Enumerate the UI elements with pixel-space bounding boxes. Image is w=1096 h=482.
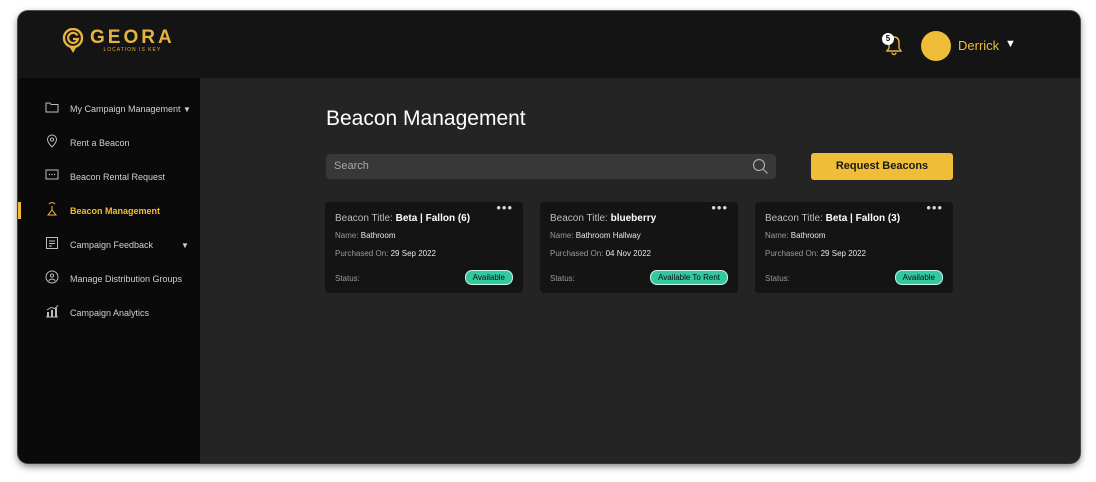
sidebar-item-campaign-analytics[interactable]: Campaign Analytics xyxy=(18,296,200,330)
card-title: Beacon Title: Beta | Fallon (6) xyxy=(335,213,471,224)
status-badge: Available xyxy=(894,270,943,285)
beacon-name-value: Bathroom xyxy=(790,231,826,240)
sidebar-item-campaign-feedback[interactable]: Campaign Feedback ▼ xyxy=(18,228,200,262)
status-label: Status: xyxy=(765,274,790,283)
card-purchased-row: Purchased On: 29 Sep 2022 xyxy=(765,249,866,258)
top-bar: GEORA LOCATION IS KEY 5 Derrick ▼ xyxy=(18,11,1080,78)
search-input[interactable]: Search xyxy=(326,154,776,179)
request-beacons-button[interactable]: Request Beacons xyxy=(811,153,953,180)
card-name-row: Name: Bathroom xyxy=(335,231,396,240)
sidebar-item-manage-distribution-groups[interactable]: Manage Distribution Groups xyxy=(18,262,200,296)
more-options-icon[interactable]: ••• xyxy=(496,200,513,215)
chevron-down-icon[interactable]: ▼ xyxy=(183,105,191,114)
status-label: Status: xyxy=(335,274,360,283)
geora-logo-icon xyxy=(62,28,84,54)
sidebar-item-beacon-rental-request[interactable]: Beacon Rental Request xyxy=(18,160,200,194)
avatar[interactable] xyxy=(921,31,951,61)
feedback-icon xyxy=(45,236,59,250)
chevron-down-icon[interactable]: ▼ xyxy=(181,241,189,250)
status-badge: Available To Rent xyxy=(650,270,728,285)
sidebar-item-label: Beacon Rental Request xyxy=(70,172,166,182)
purchased-date-value: 04 Nov 2022 xyxy=(605,249,651,258)
status-badge: Available xyxy=(464,270,513,285)
sidebar: My Campaign Management ▼ Rent a Beacon B… xyxy=(18,78,200,463)
chat-icon xyxy=(45,168,59,182)
sidebar-item-label: Beacon Management xyxy=(70,206,161,216)
beacon-card[interactable]: ••• Beacon Title: blueberry Name: Bathro… xyxy=(540,200,738,293)
brand-tagline: LOCATION IS KEY xyxy=(103,46,162,53)
purchased-date-value: 29 Sep 2022 xyxy=(820,249,866,258)
more-options-icon[interactable]: ••• xyxy=(926,200,943,215)
active-indicator xyxy=(18,202,21,219)
search-icon[interactable] xyxy=(752,158,769,180)
search-placeholder: Search xyxy=(334,160,369,172)
beacon-name-value: Bathroom Hallway xyxy=(575,231,641,240)
card-purchased-row: Purchased On: 04 Nov 2022 xyxy=(550,249,651,258)
card-name-row: Name: Bathroom xyxy=(765,231,826,240)
beacon-title-value: Beta | Fallon (6) xyxy=(395,213,471,224)
location-pin-icon xyxy=(45,134,59,148)
beacon-card[interactable]: ••• Beacon Title: Beta | Fallon (6) Name… xyxy=(325,200,523,293)
sidebar-item-label: Manage Distribution Groups xyxy=(70,274,183,284)
sidebar-item-label: Campaign Analytics xyxy=(70,308,150,318)
status-label: Status: xyxy=(550,274,575,283)
brand-name: GEORA xyxy=(90,26,175,48)
beacon-name-value: Bathroom xyxy=(360,231,396,240)
sidebar-item-label: My Campaign Management xyxy=(70,104,181,114)
analytics-icon xyxy=(45,304,59,318)
sidebar-item-label: Campaign Feedback xyxy=(70,240,154,250)
chevron-down-icon[interactable]: ▼ xyxy=(1005,38,1016,50)
brand-logo[interactable]: GEORA LOCATION IS KEY xyxy=(62,28,175,54)
card-title: Beacon Title: blueberry xyxy=(550,213,657,224)
beacon-icon xyxy=(45,202,59,216)
sidebar-item-my-campaign-management[interactable]: My Campaign Management ▼ xyxy=(18,92,200,126)
card-title: Beacon Title: Beta | Fallon (3) xyxy=(765,213,901,224)
sidebar-item-rent-a-beacon[interactable]: Rent a Beacon xyxy=(18,126,200,160)
card-purchased-row: Purchased On: 29 Sep 2022 xyxy=(335,249,436,258)
app-window: GEORA LOCATION IS KEY 5 Derrick ▼ My Cam… xyxy=(18,11,1080,463)
card-name-row: Name: Bathroom Hallway xyxy=(550,231,641,240)
group-icon xyxy=(45,270,59,284)
beacon-card[interactable]: ••• Beacon Title: Beta | Fallon (3) Name… xyxy=(755,200,953,293)
sidebar-item-beacon-management[interactable]: Beacon Management xyxy=(18,194,200,228)
username-label[interactable]: Derrick xyxy=(958,38,999,53)
page-title: Beacon Management xyxy=(326,107,526,130)
more-options-icon[interactable]: ••• xyxy=(711,200,728,215)
notification-count-badge: 5 xyxy=(882,33,894,45)
purchased-date-value: 29 Sep 2022 xyxy=(390,249,436,258)
beacon-title-value: Beta | Fallon (3) xyxy=(825,213,901,224)
folder-icon xyxy=(45,100,59,114)
sidebar-item-label: Rent a Beacon xyxy=(70,138,130,148)
beacon-title-value: blueberry xyxy=(610,213,657,224)
